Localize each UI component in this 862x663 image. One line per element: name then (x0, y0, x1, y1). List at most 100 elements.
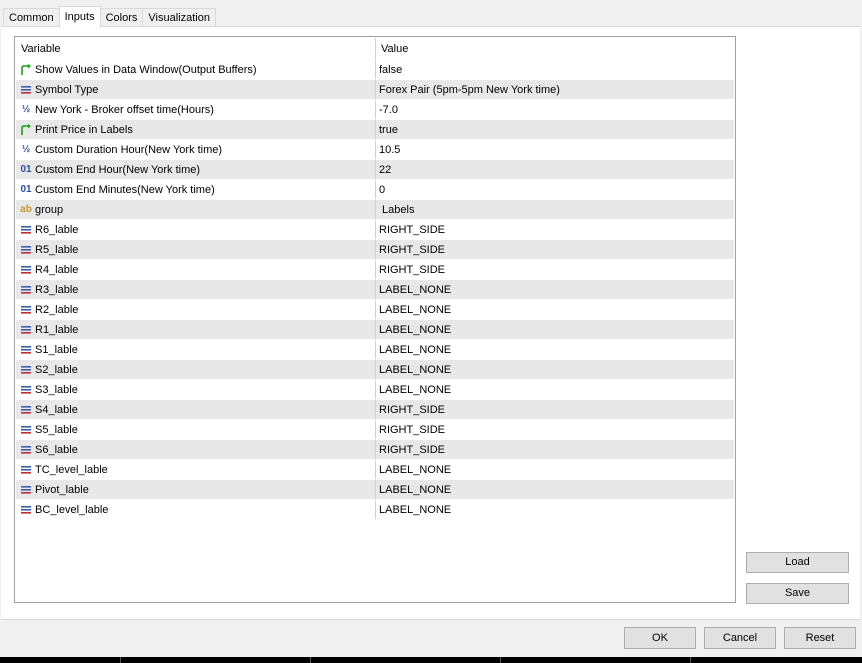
table-row[interactable]: R1_lable LABEL_NONE (16, 320, 734, 340)
variable-cell[interactable]: S4_lable (16, 400, 376, 419)
inputs-grid[interactable]: Variable Value Show Values in Data Windo… (14, 36, 736, 603)
variable-cell[interactable]: S6_lable (16, 440, 376, 459)
table-row[interactable]: S4_lable RIGHT_SIDE (16, 400, 734, 420)
table-row[interactable]: TC_level_lable LABEL_NONE (16, 460, 734, 480)
table-row[interactable]: S2_lable LABEL_NONE (16, 360, 734, 380)
value-cell[interactable]: false (376, 60, 734, 79)
load-button[interactable]: Load (746, 552, 849, 573)
table-row[interactable]: S5_lable RIGHT_SIDE (16, 420, 734, 440)
enum-list-icon (20, 224, 32, 236)
strip-tick (120, 657, 121, 663)
tab-colors[interactable]: Colors (99, 8, 144, 27)
variable-cell[interactable]: S3_lable (16, 380, 376, 399)
save-button[interactable]: Save (746, 583, 849, 604)
enum-list-icon (20, 284, 32, 296)
enum-list-icon (20, 424, 32, 436)
value-cell[interactable]: RIGHT_SIDE (376, 240, 734, 259)
value-cell[interactable]: LABEL_NONE (376, 280, 734, 299)
value-cell[interactable]: LABEL_NONE (376, 460, 734, 479)
table-row[interactable]: R4_lable RIGHT_SIDE (16, 260, 734, 280)
table-row[interactable]: Pivot_lable LABEL_NONE (16, 480, 734, 500)
variable-name: R6_lable (35, 223, 79, 236)
variable-cell[interactable]: R4_lable (16, 260, 376, 279)
table-row[interactable]: S1_lable LABEL_NONE (16, 340, 734, 360)
variable-cell[interactable]: R3_lable (16, 280, 376, 299)
value-cell[interactable]: true (376, 120, 734, 139)
value-cell[interactable]: LABEL_NONE (376, 480, 734, 499)
value-cell[interactable]: Forex Pair (5pm-5pm New York time) (376, 80, 734, 99)
table-row[interactable]: Symbol Type Forex Pair (5pm-5pm New York … (16, 80, 734, 100)
table-row[interactable]: S3_lable LABEL_NONE (16, 380, 734, 400)
table-row[interactable]: R5_lable RIGHT_SIDE (16, 240, 734, 260)
table-row[interactable]: ab group Labels (16, 200, 734, 220)
column-header-value[interactable]: Value (376, 38, 734, 59)
variable-cell[interactable]: 01 Custom End Hour(New York time) (16, 160, 376, 179)
table-row[interactable]: Print Price in Labels true (16, 120, 734, 140)
strip-tick (690, 657, 691, 663)
variable-cell[interactable]: ½ Custom Duration Hour(New York time) (16, 140, 376, 159)
table-row[interactable]: R2_lable LABEL_NONE (16, 300, 734, 320)
variable-name: R2_lable (35, 303, 79, 316)
reset-button[interactable]: Reset (784, 627, 856, 649)
table-row[interactable]: S6_lable RIGHT_SIDE (16, 440, 734, 460)
variable-cell[interactable]: Symbol Type (16, 80, 376, 99)
tab-inputs[interactable]: Inputs (58, 6, 101, 27)
table-row[interactable]: 01 Custom End Hour(New York time) 22 (16, 160, 734, 180)
value-cell[interactable]: LABEL_NONE (376, 320, 734, 339)
value-cell[interactable]: -7.0 (376, 100, 734, 119)
cancel-button[interactable]: Cancel (704, 627, 776, 649)
variable-cell[interactable]: R6_lable (16, 220, 376, 239)
value-cell[interactable]: RIGHT_SIDE (376, 220, 734, 239)
value-cell[interactable]: RIGHT_SIDE (376, 440, 734, 459)
enum-list-icon (20, 384, 32, 396)
tab-common[interactable]: Common (3, 8, 60, 27)
table-row[interactable]: Show Values in Data Window(Output Buffer… (16, 60, 734, 80)
variable-cell[interactable]: Show Values in Data Window(Output Buffer… (16, 60, 376, 79)
variable-cell[interactable]: S1_lable (16, 340, 376, 359)
table-row[interactable]: 01 Custom End Minutes(New York time) 0 (16, 180, 734, 200)
value-cell[interactable]: LABEL_NONE (376, 500, 734, 519)
variable-cell[interactable]: S2_lable (16, 360, 376, 379)
value-cell[interactable]: 22 (376, 160, 734, 179)
value-cell[interactable]: LABEL_NONE (376, 300, 734, 319)
variable-cell[interactable]: BC_level_lable (16, 500, 376, 519)
value-cell[interactable]: RIGHT_SIDE (376, 260, 734, 279)
string-icon: ab (20, 203, 32, 215)
value-cell[interactable]: 0 (376, 180, 734, 199)
table-row[interactable]: R6_lable RIGHT_SIDE (16, 220, 734, 240)
grid-body: Variable Value Show Values in Data Windo… (16, 38, 734, 520)
table-row[interactable]: ½ Custom Duration Hour(New York time) 10.5 (16, 140, 734, 160)
tab-visualization[interactable]: Visualization (142, 8, 216, 27)
variable-cell[interactable]: 01 Custom End Minutes(New York time) (16, 180, 376, 199)
integer-icon: 01 (20, 163, 32, 175)
enum-list-icon (20, 84, 32, 96)
variable-name: S3_lable (35, 383, 78, 396)
strip-tick (310, 657, 311, 663)
value-cell[interactable]: RIGHT_SIDE (376, 420, 734, 439)
value-cell[interactable]: LABEL_NONE (376, 380, 734, 399)
value-cell[interactable]: RIGHT_SIDE (376, 400, 734, 419)
variable-cell[interactable]: Print Price in Labels (16, 120, 376, 139)
variable-name: Custom End Hour(New York time) (35, 163, 201, 176)
variable-name: Pivot_lable (35, 483, 89, 496)
value-cell[interactable]: LABEL_NONE (376, 340, 734, 359)
value-cell[interactable]: Labels (376, 200, 734, 219)
ok-button[interactable]: OK (624, 627, 696, 649)
variable-cell[interactable]: TC_level_lable (16, 460, 376, 479)
background-strip (0, 657, 862, 663)
value-cell[interactable]: 10.5 (376, 140, 734, 159)
variable-cell[interactable]: R5_lable (16, 240, 376, 259)
table-row[interactable]: ½ New York - Broker offset time(Hours) -7.… (16, 100, 734, 120)
variable-cell[interactable]: Pivot_lable (16, 480, 376, 499)
variable-cell[interactable]: R2_lable (16, 300, 376, 319)
variable-cell[interactable]: S5_lable (16, 420, 376, 439)
variable-cell[interactable]: ½ New York - Broker offset time(Hours) (16, 100, 376, 119)
variable-cell[interactable]: R1_lable (16, 320, 376, 339)
variable-name: New York - Broker offset time(Hours) (35, 103, 214, 116)
value-cell[interactable]: LABEL_NONE (376, 360, 734, 379)
variable-cell[interactable]: ab group (16, 200, 376, 219)
table-row[interactable]: R3_lable LABEL_NONE (16, 280, 734, 300)
column-header-variable[interactable]: Variable (16, 38, 376, 59)
enum-list-icon (20, 324, 32, 336)
table-row[interactable]: BC_level_lable LABEL_NONE (16, 500, 734, 520)
